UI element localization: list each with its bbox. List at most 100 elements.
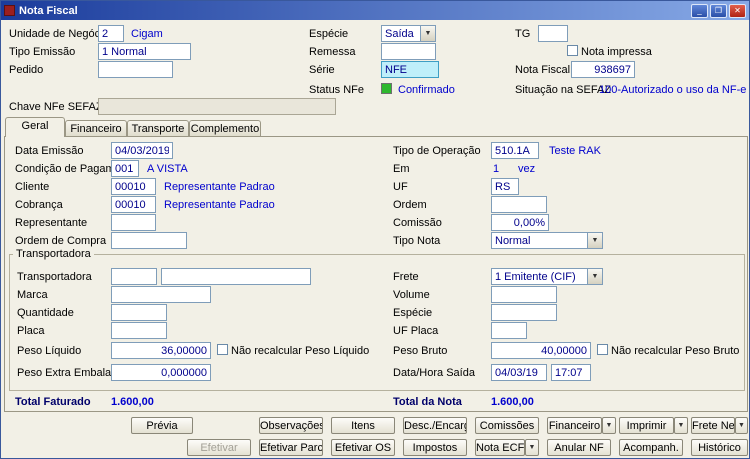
especie-transporte-input[interactable] <box>491 304 557 321</box>
especie-value: Saída <box>385 28 414 40</box>
uf-input[interactable] <box>491 178 519 195</box>
unidade-negocio-desc: Cigam <box>131 28 163 40</box>
comissoes-button[interactable]: Comissões <box>475 417 539 434</box>
tg-input[interactable] <box>538 25 568 42</box>
acompanh-button[interactable]: Acompanh. <box>619 439 683 456</box>
uf-label: UF <box>393 181 408 193</box>
tab-complemento[interactable]: Complemento <box>189 120 261 136</box>
uf-placa-input[interactable] <box>491 322 527 339</box>
transportadora-name-input[interactable] <box>161 268 311 285</box>
tipo-nota-value: Normal <box>495 235 531 247</box>
tab-transporte[interactable]: Transporte <box>127 120 189 136</box>
ordem-label: Ordem <box>393 199 427 211</box>
especie-select[interactable]: Saída ▼ <box>381 25 436 42</box>
ordem-compra-input[interactable] <box>111 232 187 249</box>
frete-neg-dropdown-arrow-icon[interactable]: ▼ <box>735 417 748 434</box>
comissao-input[interactable] <box>491 214 549 231</box>
serie-label: Série <box>309 64 335 76</box>
transportadora-label: Transportadora <box>17 271 92 283</box>
tg-label: TG <box>515 28 531 40</box>
chevron-down-icon[interactable]: ▼ <box>420 26 435 41</box>
tipo-emissao-label: Tipo Emissão <box>9 46 76 58</box>
observacoes-button[interactable]: Observações <box>259 417 323 434</box>
condicao-pagamento-input[interactable] <box>111 160 139 177</box>
nota-ecf-button[interactable]: Nota ECF <box>475 439 525 456</box>
imprimir-dropdown-arrow-icon[interactable]: ▼ <box>674 417 688 434</box>
maximize-button[interactable]: ❐ <box>710 3 727 18</box>
cliente-input[interactable] <box>111 178 156 195</box>
unidade-negocio-input[interactable] <box>98 25 124 42</box>
tipo-emissao-input[interactable] <box>98 43 191 60</box>
nota-impressa-checkbox[interactable] <box>567 45 578 56</box>
tab-financeiro[interactable]: Financeiro <box>65 120 127 136</box>
volume-input[interactable] <box>491 286 557 303</box>
quantidade-input[interactable] <box>111 304 167 321</box>
frete-select[interactable]: 1 Emitente (CIF) ▼ <box>491 268 603 285</box>
nao-recalcular-peso-liquido-checkbox[interactable] <box>217 344 228 355</box>
peso-bruto-input[interactable] <box>491 342 591 359</box>
especie-label: Espécie <box>309 28 349 40</box>
ordem-input[interactable] <box>491 196 547 213</box>
sefaz-value: 100-Autorizado o uso da NF-e <box>599 84 747 96</box>
transportadora-group-label: Transportadora <box>13 248 94 260</box>
itens-button[interactable]: Itens <box>331 417 395 434</box>
serie-input[interactable] <box>381 61 439 78</box>
especie-transporte-label: Espécie <box>393 307 433 319</box>
efetivar-parcial-button[interactable]: Efetivar Parcial <box>259 439 323 456</box>
tipo-nota-select[interactable]: Normal ▼ <box>491 232 603 249</box>
cliente-desc: Representante Padrao <box>164 181 275 193</box>
tipo-nota-label: Tipo Nota <box>393 235 441 247</box>
nao-recalcular-peso-liquido-label: Não recalcular Peso Líquido <box>231 345 370 357</box>
desc-encargos-button[interactable]: Desc./Encargos <box>403 417 467 434</box>
peso-extra-input[interactable] <box>111 364 211 381</box>
app-icon <box>4 5 15 16</box>
tab-geral[interactable]: Geral <box>5 117 65 137</box>
cobranca-desc: Representante Padrao <box>164 199 275 211</box>
frete-neg-button[interactable]: Frete Neg. <box>691 417 735 434</box>
nao-recalcular-peso-bruto-checkbox[interactable] <box>597 344 608 355</box>
remessa-input[interactable] <box>381 43 436 60</box>
data-emissao-label: Data Emissão <box>15 145 84 157</box>
impostos-button[interactable]: Impostos <box>403 439 467 456</box>
financeiro-dropdown-arrow-icon[interactable]: ▼ <box>602 417 616 434</box>
transportadora-code-input[interactable] <box>111 268 157 285</box>
previa-button[interactable]: Prévia <box>131 417 193 434</box>
placa-input[interactable] <box>111 322 167 339</box>
hora-saida-input[interactable] <box>551 364 591 381</box>
status-confirmed-indicator <box>381 83 392 94</box>
placa-label: Placa <box>17 325 45 337</box>
representante-input[interactable] <box>111 214 156 231</box>
remessa-label: Remessa <box>309 46 356 58</box>
nota-ecf-dropdown-arrow-icon[interactable]: ▼ <box>525 439 539 456</box>
anular-nf-button[interactable]: Anular NF <box>547 439 611 456</box>
peso-liquido-input[interactable] <box>111 342 211 359</box>
cobranca-input[interactable] <box>111 196 156 213</box>
sefaz-label: Situação na SEFAZ <box>515 84 611 96</box>
chevron-down-icon[interactable]: ▼ <box>587 269 602 284</box>
marca-label: Marca <box>17 289 48 301</box>
data-emissao-input[interactable] <box>111 142 173 159</box>
representante-label: Representante <box>15 217 88 229</box>
pedido-input[interactable] <box>98 61 173 78</box>
data-saida-input[interactable] <box>491 364 547 381</box>
tipo-operacao-desc: Teste RAK <box>549 145 601 157</box>
title-bar: Nota Fiscal _ ❐ ✕ <box>1 1 749 20</box>
nota-fiscal-window: Nota Fiscal _ ❐ ✕ Unidade de Negócio Cig… <box>0 0 750 459</box>
historico-button[interactable]: Histórico <box>691 439 748 456</box>
nota-fiscal-label: Nota Fiscal <box>515 64 571 76</box>
chave-nfe-input <box>98 98 336 115</box>
tipo-operacao-input[interactable] <box>491 142 539 159</box>
cobranca-label: Cobrança <box>15 199 63 211</box>
marca-input[interactable] <box>111 286 211 303</box>
chevron-down-icon[interactable]: ▼ <box>587 233 602 248</box>
nota-fiscal-input[interactable] <box>571 61 635 78</box>
imprimir-button[interactable]: Imprimir <box>619 417 674 434</box>
close-button[interactable]: ✕ <box>729 3 746 18</box>
nao-recalcular-peso-bruto-label: Não recalcular Peso Bruto <box>611 345 740 357</box>
total-da-nota-label: Total da Nota <box>393 396 462 408</box>
peso-bruto-label: Peso Bruto <box>393 345 448 357</box>
minimize-button[interactable]: _ <box>691 3 708 18</box>
em-desc: vez <box>518 163 536 175</box>
financeiro-button[interactable]: Financeiro <box>547 417 602 434</box>
efetivar-os-button[interactable]: Efetivar OS <box>331 439 395 456</box>
